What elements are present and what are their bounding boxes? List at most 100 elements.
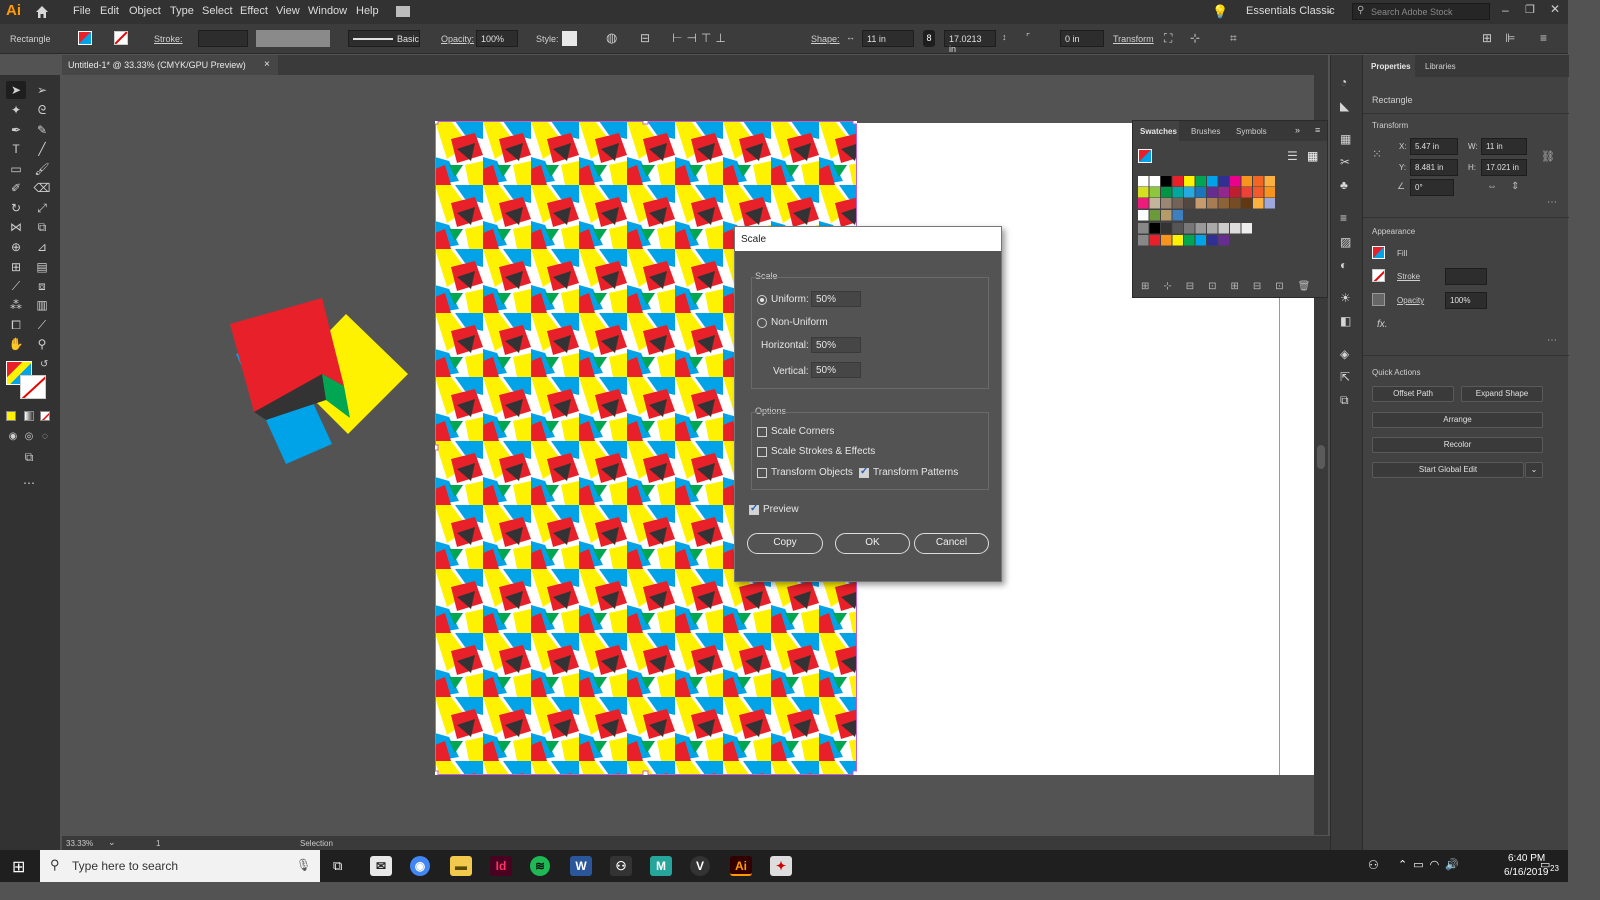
expand-shape-button[interactable]: Expand Shape xyxy=(1461,386,1543,402)
artboard-tool-icon[interactable]: ⧠ xyxy=(7,317,25,333)
flip-horizontal-icon[interactable]: ⇔ xyxy=(1487,181,1497,192)
panel-menu-icon[interactable]: ≡ xyxy=(1540,31,1547,45)
rotate-tool-icon[interactable]: ↻ xyxy=(7,200,25,216)
zoom-tool-icon[interactable]: ⚲ xyxy=(33,336,51,352)
menu-window[interactable]: Window xyxy=(308,5,347,17)
w-input[interactable]: 11 in xyxy=(1481,138,1527,155)
document-tab[interactable]: Untitled-1* @ 33.33% (CMYK/GPU Preview) … xyxy=(62,55,278,75)
swatch-cell[interactable] xyxy=(1138,176,1149,187)
none-mode-icon[interactable] xyxy=(40,411,50,421)
type-tool-icon[interactable]: T xyxy=(7,141,25,157)
arrange-documents-icon[interactable] xyxy=(396,6,410,17)
opacity-input[interactable]: 100% xyxy=(1445,292,1487,309)
swatch-cell[interactable] xyxy=(1161,176,1172,187)
swatch-cell[interactable] xyxy=(1241,187,1253,198)
swatch-cell[interactable] xyxy=(1184,176,1195,187)
task-view-icon[interactable]: ⧉ xyxy=(333,858,342,874)
swatch-cell[interactable] xyxy=(1218,187,1230,198)
rectangle-tool-icon[interactable]: ▭ xyxy=(7,161,25,177)
swatch-cell[interactable] xyxy=(1172,210,1184,221)
swatch-cell[interactable] xyxy=(1218,198,1230,209)
graphic-style-swatch[interactable] xyxy=(562,31,577,46)
brush-definition[interactable]: Basic xyxy=(348,30,420,47)
offset-path-button[interactable]: Offset Path xyxy=(1372,386,1454,402)
selection-tool-icon[interactable]: ➤ xyxy=(7,82,25,98)
swatch-cell[interactable] xyxy=(1161,187,1172,198)
stroke-weight-icon[interactable]: ≡ xyxy=(1340,211,1347,225)
swatch-cell[interactable] xyxy=(1264,176,1276,187)
swap-colors-icon[interactable]: ↺ xyxy=(40,359,48,370)
tab-libraries[interactable]: Libraries xyxy=(1425,62,1456,71)
gradient-tool-icon[interactable]: ▤ xyxy=(33,259,51,275)
graphic-styles-icon[interactable]: ◧ xyxy=(1340,314,1351,328)
people-icon[interactable]: ⚇ xyxy=(1368,858,1379,872)
transform-objects-checkbox[interactable] xyxy=(757,468,767,478)
illustrator-taskbar-icon[interactable]: Ai xyxy=(730,856,752,876)
swatch-cell[interactable] xyxy=(1138,198,1149,209)
hand-tool-icon[interactable]: ✋ xyxy=(7,336,25,352)
swatch-cell[interactable] xyxy=(1207,235,1218,246)
align-to-icon[interactable]: ⊟ xyxy=(640,31,650,45)
stock-search-input[interactable]: ⚲ Search Adobe Stock xyxy=(1352,3,1490,20)
slice-tool-icon[interactable]: ⟋ xyxy=(33,317,51,333)
swatch-cell[interactable] xyxy=(1195,176,1207,187)
swatch-cell[interactable] xyxy=(1253,198,1264,209)
swatch-cell[interactable] xyxy=(1218,176,1230,187)
screen-mode-icon[interactable]: ⧉ xyxy=(20,449,38,465)
constrain-proportions-icon[interactable]: ⛓ xyxy=(1541,150,1555,163)
chevron-down-icon[interactable]: ⌄ xyxy=(108,837,116,848)
collapse-icon[interactable]: » xyxy=(1295,125,1300,135)
eyedropper-icon[interactable]: ⟋ xyxy=(7,278,25,294)
scale-tool-icon[interactable]: ⤢ xyxy=(33,200,51,216)
grid-view-icon[interactable]: ▦ xyxy=(1307,149,1318,163)
swatches-panel-icon[interactable]: ▦ xyxy=(1340,132,1351,146)
transparency-icon[interactable]: ◐ xyxy=(1340,258,1347,272)
chrome-icon[interactable]: ◉ xyxy=(410,856,430,876)
pen-tool-icon[interactable]: ✒ xyxy=(7,122,25,138)
lightbulb-icon[interactable]: 💡 xyxy=(1212,4,1228,20)
swatch-cell[interactable] xyxy=(1172,235,1184,246)
swatch-cell[interactable] xyxy=(1184,198,1195,209)
notifications-icon[interactable]: ▭ xyxy=(1540,858,1550,871)
perspective-grid-icon[interactable]: ⊿ xyxy=(33,239,51,255)
arrange-button[interactable]: Arrange xyxy=(1372,412,1543,428)
gradient-mode-icon[interactable] xyxy=(24,411,34,421)
scale-strokes-checkbox[interactable] xyxy=(757,447,767,457)
color-guide-icon[interactable]: ◔ xyxy=(1340,75,1347,89)
export-icon[interactable]: ⇱ xyxy=(1340,370,1350,384)
arrange-icon[interactable]: ⊞ xyxy=(1482,31,1492,45)
swatch-cell[interactable] xyxy=(1172,223,1184,234)
stroke-panel-icon[interactable]: ◣ xyxy=(1340,99,1349,113)
rotation-input[interactable]: 0° xyxy=(1410,179,1454,196)
direct-selection-tool-icon[interactable]: ➢ xyxy=(33,82,51,98)
app-icon[interactable]: ⚇ xyxy=(610,856,632,876)
swatch-cell[interactable] xyxy=(1241,198,1253,209)
swatch-cell[interactable] xyxy=(1161,223,1172,234)
tab-brushes[interactable]: Brushes xyxy=(1191,127,1220,136)
shape-label[interactable]: Shape: xyxy=(811,34,840,44)
start-global-edit-button[interactable]: Start Global Edit xyxy=(1372,462,1524,478)
menu-file[interactable]: File xyxy=(73,5,91,17)
file-explorer-icon[interactable]: ▬ xyxy=(450,856,472,876)
symbols-panel-icon[interactable]: ♣ xyxy=(1340,178,1348,192)
swatch-fill-icon[interactable] xyxy=(1138,149,1152,163)
swatch-cell[interactable] xyxy=(1264,187,1276,198)
swatch-cell[interactable] xyxy=(1172,198,1184,209)
menu-edit[interactable]: Edit xyxy=(100,5,119,17)
swatch-cell[interactable] xyxy=(1149,223,1161,234)
swatch-grid[interactable] xyxy=(1138,176,1314,246)
microphone-icon[interactable]: 🎙 xyxy=(296,858,311,872)
swatch-cell[interactable] xyxy=(1161,198,1172,209)
horizontal-input[interactable]: 50% xyxy=(811,337,861,353)
minimize-button[interactable]: – xyxy=(1502,3,1509,17)
swatch-cell[interactable] xyxy=(1207,187,1218,198)
swatch-cell[interactable] xyxy=(1149,198,1161,209)
stroke-weight-input[interactable] xyxy=(1445,268,1487,285)
mesh-tool-icon[interactable]: ⊞ xyxy=(7,259,25,275)
swatch-cell[interactable] xyxy=(1230,187,1241,198)
swatch-cell[interactable] xyxy=(1241,223,1253,234)
stroke-label[interactable]: Stroke xyxy=(1397,272,1420,281)
shape-height-input[interactable]: 17.0213 in xyxy=(944,30,996,54)
stroke-swatch[interactable] xyxy=(1372,269,1385,282)
swatch-cell[interactable] xyxy=(1138,223,1149,234)
